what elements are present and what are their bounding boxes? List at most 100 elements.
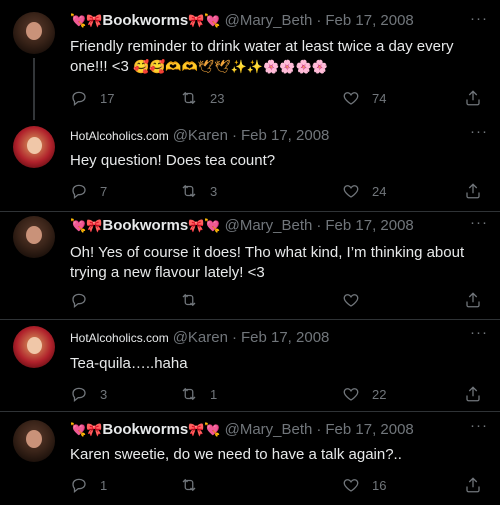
handle[interactable]: @Mary_Beth: [225, 421, 313, 438]
share-button[interactable]: [464, 182, 482, 200]
like-button[interactable]: [342, 291, 372, 309]
heart-icon: [343, 92, 359, 105]
more-options-icon[interactable]: ···: [470, 417, 488, 434]
reply-button[interactable]: 17: [70, 89, 114, 107]
share-button[interactable]: [464, 385, 482, 403]
tweet-text-body: Tea-quila…..haha: [70, 355, 188, 372]
retweet-button[interactable]: [180, 291, 210, 309]
tweet-text: Friendly reminder to drink water at leas…: [70, 37, 490, 78]
thread-line: [33, 58, 35, 120]
name-decor-right: 🎀💘: [188, 14, 221, 29]
tweet-date[interactable]: Feb 17, 2008: [325, 217, 413, 234]
tweet-date[interactable]: Feb 17, 2008: [241, 127, 329, 144]
retweet-button[interactable]: [180, 476, 210, 494]
separator: ·: [316, 12, 322, 29]
reply-count: 1: [100, 477, 108, 493]
tweet-actions: 7 3 24: [70, 182, 490, 202]
like-button[interactable]: 16: [342, 476, 386, 494]
tweet-date[interactable]: Feb 17, 2008: [241, 329, 329, 346]
more-options-icon[interactable]: ···: [470, 214, 488, 231]
avatar[interactable]: [13, 420, 55, 462]
display-name[interactable]: Bookworms: [102, 421, 188, 438]
heart-icon: [343, 294, 359, 307]
like-button[interactable]: 24: [342, 182, 386, 200]
separator: ·: [231, 127, 237, 144]
like-count: 24: [372, 183, 387, 199]
tweet-header: HotAlcoholics.com @Karen · Feb 17, 2008: [70, 329, 329, 346]
reply-icon: [72, 91, 86, 107]
display-name[interactable]: Bookworms: [102, 12, 188, 29]
tweet[interactable]: 💘🎀 Bookworms 🎀💘 @Mary_Beth · Feb 17, 200…: [0, 412, 500, 505]
separator: ·: [231, 329, 237, 346]
retweet-icon: [182, 387, 196, 401]
handle[interactable]: @Mary_Beth: [225, 217, 313, 234]
retweet-icon: [182, 184, 196, 198]
handle[interactable]: @Karen: [173, 127, 228, 144]
handle[interactable]: @Karen: [173, 329, 228, 346]
name-decor-right: 🎀💘: [188, 423, 221, 438]
share-icon: [466, 386, 480, 402]
reply-button[interactable]: 3: [70, 385, 107, 403]
tweet-text: Oh! Yes of course it does! Tho what kind…: [70, 243, 490, 283]
separator: ·: [316, 421, 322, 438]
share-icon: [466, 90, 480, 106]
retweet-button[interactable]: 3: [180, 182, 217, 200]
name-decor-left: 💘🎀: [70, 423, 103, 438]
reply-count: 3: [100, 386, 108, 402]
retweet-count: 1: [210, 386, 218, 402]
name-decor-left: 💘🎀: [70, 219, 103, 234]
tweet[interactable]: HotAlcoholics.com @Karen · Feb 17, 2008 …: [0, 320, 500, 412]
avatar[interactable]: [13, 216, 55, 258]
tweet[interactable]: 💘🎀 Bookworms 🎀💘 @Mary_Beth · Feb 17, 200…: [0, 0, 500, 120]
share-icon: [466, 477, 480, 493]
tweet-emoji: 🥰🥰🫶🫶🕊🕊✨✨🌸🌸🌸🌸: [132, 60, 328, 75]
more-options-icon[interactable]: ···: [470, 123, 488, 140]
handle[interactable]: @Mary_Beth: [225, 12, 313, 29]
share-button[interactable]: [464, 476, 482, 494]
reply-icon: [72, 387, 86, 403]
name-decor-right: 🎀💘: [188, 219, 221, 234]
heart-icon: [343, 388, 359, 401]
tweet[interactable]: 💘🎀 Bookworms 🎀💘 @Mary_Beth · Feb 17, 200…: [0, 212, 500, 320]
retweet-button[interactable]: 23: [180, 89, 224, 107]
share-icon: [466, 292, 480, 308]
tweet-header: HotAlcoholics.com @Karen · Feb 17, 2008: [70, 127, 329, 144]
tweet-text-body: Oh! Yes of course it does! Tho what kind…: [70, 244, 465, 281]
tweet-header: 💘🎀 Bookworms 🎀💘 @Mary_Beth · Feb 17, 200…: [70, 421, 414, 438]
tweet-text: Tea-quila…..haha: [70, 354, 490, 374]
retweet-icon: [182, 478, 196, 492]
reply-icon: [72, 478, 86, 494]
like-button[interactable]: 74: [342, 89, 386, 107]
more-options-icon[interactable]: ···: [470, 10, 488, 27]
tweet[interactable]: HotAlcoholics.com @Karen · Feb 17, 2008 …: [0, 118, 500, 212]
separator: ·: [316, 217, 322, 234]
tweet-header: 💘🎀 Bookworms 🎀💘 @Mary_Beth · Feb 17, 200…: [70, 217, 414, 234]
tweet-actions: 3 1 22: [70, 385, 490, 405]
reply-count: 7: [100, 183, 108, 199]
share-button[interactable]: [464, 89, 482, 107]
retweet-count: 3: [210, 183, 218, 199]
tweet-text-body: Hey question! Does tea count?: [70, 152, 276, 169]
tweet-date[interactable]: Feb 17, 2008: [325, 12, 413, 29]
display-name[interactable]: HotAlcoholics.com: [70, 331, 169, 345]
like-count: 74: [372, 90, 387, 106]
share-button[interactable]: [464, 291, 482, 309]
avatar[interactable]: [13, 326, 55, 368]
display-name[interactable]: Bookworms: [102, 217, 188, 234]
like-button[interactable]: 22: [342, 385, 386, 403]
reply-button[interactable]: 7: [70, 182, 107, 200]
reply-button[interactable]: [70, 291, 100, 309]
tweet-text: Hey question! Does tea count?: [70, 151, 490, 171]
display-name[interactable]: HotAlcoholics.com: [70, 129, 169, 143]
tweet-text-body: Karen sweetie, do we need to have a talk…: [70, 446, 402, 463]
tweet-actions: 17 23 74: [70, 89, 490, 109]
avatar[interactable]: [13, 126, 55, 168]
name-decor-left: 💘🎀: [70, 14, 103, 29]
more-options-icon[interactable]: ···: [470, 324, 488, 341]
retweet-button[interactable]: 1: [180, 385, 217, 403]
tweet-date[interactable]: Feb 17, 2008: [325, 421, 413, 438]
tweet-actions: 1 16: [70, 476, 490, 496]
avatar[interactable]: [13, 12, 55, 54]
reply-button[interactable]: 1: [70, 476, 107, 494]
reply-icon: [72, 293, 86, 309]
